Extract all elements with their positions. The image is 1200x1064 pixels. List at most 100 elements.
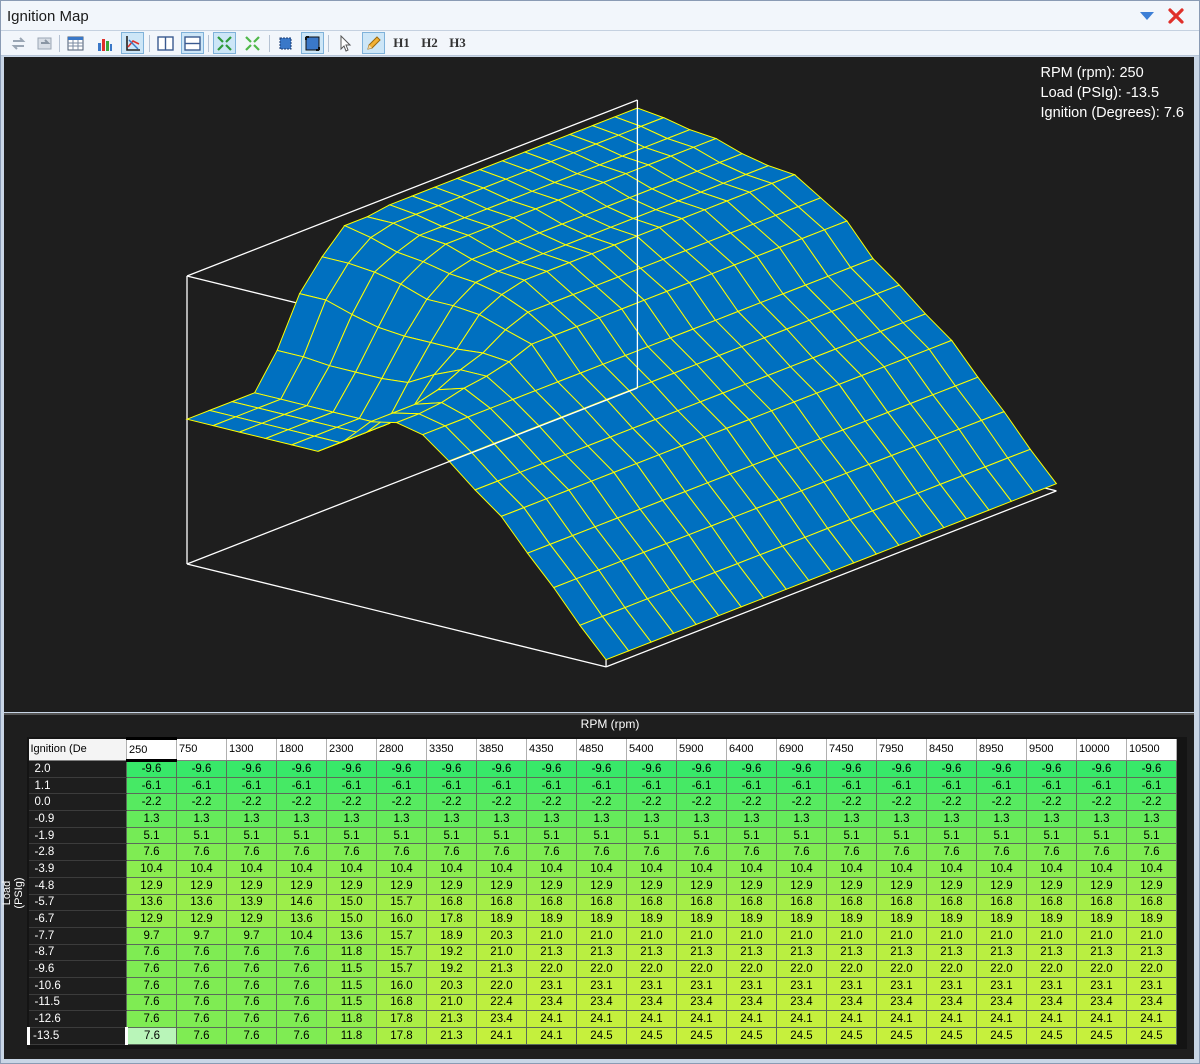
table-cell[interactable]: 7.6 [226, 976, 277, 995]
table-cell[interactable]: 9.7 [176, 926, 227, 945]
table-cell[interactable]: 21.3 [476, 960, 527, 978]
table-cell[interactable]: 10.4 [376, 860, 427, 878]
table-cell[interactable]: 13.6 [276, 910, 327, 928]
table-cell[interactable]: 22.0 [1076, 960, 1127, 978]
table-cell[interactable]: 5.1 [376, 826, 427, 845]
rpm-header-cell[interactable]: 1300 [226, 738, 277, 761]
table-cell[interactable]: 15.0 [326, 910, 377, 928]
rpm-header-cell[interactable]: 3850 [476, 738, 527, 761]
table-cell[interactable]: 18.9 [826, 910, 877, 928]
table-cell[interactable]: 15.0 [326, 893, 377, 912]
table-cell[interactable]: 12.9 [326, 876, 377, 895]
table-cell[interactable]: -6.1 [526, 776, 577, 795]
table-cell[interactable]: 12.9 [1076, 876, 1127, 895]
table-cell[interactable]: 1.3 [726, 810, 777, 828]
table-cell[interactable]: 21.0 [976, 926, 1027, 945]
table-cell[interactable]: 23.4 [876, 993, 927, 1012]
table-cell[interactable]: 7.6 [276, 976, 327, 995]
table-cell[interactable]: 7.6 [276, 943, 327, 962]
table-cell[interactable]: 1.3 [376, 810, 427, 828]
table-cell[interactable]: 13.6 [176, 893, 227, 912]
table-cell[interactable]: -9.6 [276, 760, 327, 778]
table-cell[interactable]: 20.3 [426, 976, 477, 995]
table-cell[interactable]: 16.8 [1126, 893, 1177, 912]
table-cell[interactable]: 23.1 [626, 976, 677, 995]
table-cell[interactable]: -6.1 [1076, 776, 1127, 795]
table-cell[interactable]: 24.5 [776, 1027, 827, 1045]
table-cell[interactable]: -9.6 [876, 760, 927, 778]
table-cell[interactable]: -2.2 [126, 793, 177, 812]
table-cell[interactable]: 21.0 [576, 926, 627, 945]
table-cell[interactable]: 11.8 [326, 1027, 377, 1045]
table-cell[interactable]: 18.9 [976, 910, 1027, 928]
table-cell[interactable]: 7.6 [176, 960, 227, 978]
table-cell[interactable]: 22.0 [926, 960, 977, 978]
table-cell[interactable]: 5.1 [826, 826, 877, 845]
table-cell[interactable]: 21.0 [1026, 926, 1077, 945]
table-cell[interactable]: 23.1 [876, 976, 927, 995]
table-cell[interactable]: 24.5 [576, 1027, 627, 1045]
load-row-header[interactable]: -0.9 [28, 810, 127, 828]
table-cell[interactable]: 22.0 [726, 960, 777, 978]
table-cell[interactable]: 21.3 [1126, 943, 1177, 962]
table-cell[interactable]: 5.1 [876, 826, 927, 845]
table-cell[interactable]: -6.1 [676, 776, 727, 795]
table-cell[interactable]: 12.9 [526, 876, 577, 895]
table-cell[interactable]: 9.7 [226, 926, 277, 945]
table-cell[interactable]: 1.3 [826, 810, 877, 828]
table-cell[interactable]: -9.6 [326, 760, 377, 778]
table-cell[interactable]: 23.1 [526, 976, 577, 995]
table-cell[interactable]: 15.7 [376, 960, 427, 978]
table-cell[interactable]: -9.6 [476, 760, 527, 778]
table-cell[interactable]: 16.8 [526, 893, 577, 912]
table-cell[interactable]: 1.3 [426, 810, 477, 828]
load-row-header[interactable]: -11.5 [28, 994, 127, 1012]
table-cell[interactable]: 21.0 [626, 926, 677, 945]
table-cell[interactable]: 14.6 [276, 893, 327, 912]
table-cell[interactable]: 12.9 [1026, 876, 1077, 895]
table-cell[interactable]: 7.6 [276, 1010, 327, 1028]
table-cell[interactable]: -9.6 [726, 760, 777, 778]
pencil-tool-button[interactable] [362, 32, 385, 54]
table-cell[interactable]: 10.4 [276, 926, 327, 945]
table-cell[interactable]: 7.6 [276, 1027, 327, 1045]
split-horizontal-button[interactable] [181, 32, 204, 54]
table-cell[interactable]: -6.1 [176, 776, 227, 795]
table-cell[interactable]: -6.1 [1026, 776, 1077, 795]
table-cell[interactable]: 22.0 [776, 960, 827, 978]
table-cell[interactable]: 24.1 [926, 1010, 977, 1028]
table-cell[interactable]: 16.8 [976, 893, 1027, 912]
table-cell[interactable]: 24.5 [1076, 1027, 1127, 1045]
table-cell[interactable]: 23.4 [976, 993, 1027, 1012]
rpm-header-cell[interactable]: 2300 [326, 738, 377, 761]
table-cell[interactable]: 7.6 [876, 843, 927, 862]
table-cell[interactable]: 1.3 [176, 810, 227, 828]
table-cell[interactable]: 5.1 [576, 826, 627, 845]
table-cell[interactable]: 24.1 [1126, 1010, 1177, 1028]
table-cell[interactable]: 10.4 [476, 860, 527, 878]
table-cell[interactable]: 22.0 [876, 960, 927, 978]
table-cell[interactable]: -2.2 [1126, 793, 1177, 812]
table-cell[interactable]: 23.4 [1026, 993, 1077, 1012]
table-cell[interactable]: 24.1 [976, 1010, 1027, 1028]
load-row-header[interactable]: -6.7 [28, 910, 127, 928]
table-cell[interactable]: 21.0 [726, 926, 777, 945]
table-cell[interactable]: 10.4 [1026, 860, 1077, 878]
dropdown-arrow-icon[interactable] [1139, 9, 1155, 23]
table-cell[interactable]: 21.3 [1076, 943, 1127, 962]
table-cell[interactable]: 12.9 [476, 876, 527, 895]
table-cell[interactable]: 5.1 [426, 826, 477, 845]
table-cell[interactable]: 5.1 [1026, 826, 1077, 845]
table-cell[interactable]: 21.0 [776, 926, 827, 945]
table-cell[interactable]: 24.5 [676, 1027, 727, 1045]
table-cell[interactable]: 18.9 [926, 910, 977, 928]
table-cell[interactable]: 10.4 [326, 860, 377, 878]
table-cell[interactable]: -9.6 [526, 760, 577, 778]
table-cell[interactable]: 12.9 [676, 876, 727, 895]
table-cell[interactable]: 24.1 [776, 1010, 827, 1028]
table-cell[interactable]: 18.9 [526, 910, 577, 928]
table-cell[interactable]: 21.3 [1026, 943, 1077, 962]
table-cell[interactable]: 23.4 [676, 993, 727, 1012]
table-cell[interactable]: 7.6 [176, 843, 227, 862]
rpm-header-cell[interactable]: 5400 [626, 738, 677, 761]
